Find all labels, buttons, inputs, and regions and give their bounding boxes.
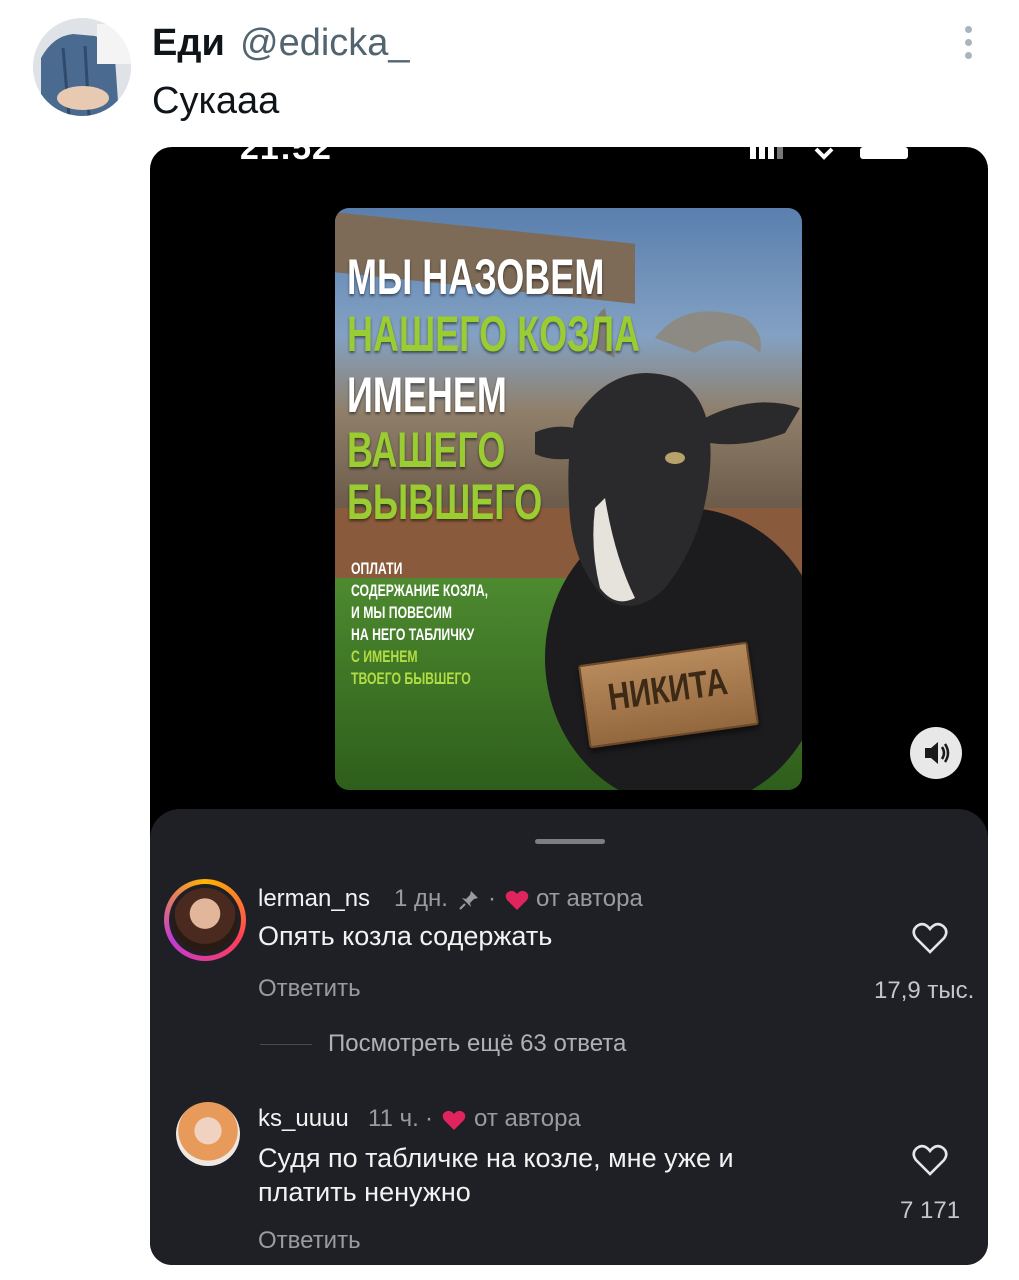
phone-status-bar: 21:52: [150, 147, 988, 167]
comment-text: Опять козла содержать: [258, 921, 553, 951]
author-handle[interactable]: @edicka_: [240, 22, 410, 65]
comment-time: 1 дн.: [394, 885, 448, 912]
poster-title-line3: ИМЕНЕМ: [347, 367, 507, 423]
poster-small-line6: ТВОЕГО БЫВШЕГО: [351, 669, 471, 688]
poster-title-line1: МЫ НАЗОВЕМ: [347, 249, 605, 305]
author-avatar[interactable]: [33, 18, 131, 116]
poster-title-line5: БЫВШЕГО: [347, 474, 543, 530]
poster-small-line2: СОДЕРЖАНИЕ КОЗЛА,: [351, 581, 489, 600]
tweet-media[interactable]: 21:52 МЫ НАЗОВЕМ НАШЕГО КОЗЛА ИМЕНЕМ ВАШ…: [150, 147, 988, 1265]
tweet-text: Сукааа: [152, 80, 280, 122]
comment-text-line2: платить ненужно: [258, 1177, 471, 1207]
name-sign-text: НИКИТА: [605, 660, 731, 720]
pin-icon: [458, 889, 480, 911]
poster-title-line4: ВАШЕГО: [347, 422, 506, 478]
like-count: 17,9 тыс.: [874, 977, 975, 1004]
poster-title-line2: НАШЕГО КОЗЛА: [347, 306, 641, 362]
author-liked-label: от автора: [536, 885, 643, 912]
sheet-grab-handle[interactable]: [535, 839, 605, 844]
heart-icon: [505, 889, 529, 911]
reply-button[interactable]: Ответить: [258, 975, 361, 1003]
like-outline-icon[interactable]: [912, 1143, 948, 1177]
sound-on-icon[interactable]: [910, 727, 962, 779]
heart-icon: [442, 1109, 466, 1131]
kebab-menu-icon[interactable]: [951, 26, 985, 66]
comment-avatar-ks_uuuu[interactable]: [176, 1102, 240, 1166]
comment-username[interactable]: ks_uuuu: [258, 1105, 349, 1133]
author-liked-label: от автора: [474, 1105, 581, 1132]
comment-text-line1: Судя по табличке на козле, мне уже и: [258, 1143, 734, 1173]
reply-button[interactable]: Ответить: [258, 1227, 361, 1255]
status-time: 21:52: [240, 147, 332, 167]
poster-small-line3: И МЫ ПОВЕСИМ: [351, 603, 452, 622]
author-display-name[interactable]: Еди: [152, 22, 225, 65]
poster-small-line4: НА НЕГО ТАБЛИЧКУ: [351, 625, 475, 644]
signal-wifi-battery-icon: [750, 147, 908, 160]
comment-username[interactable]: lerman_ns: [258, 885, 370, 913]
poster-small-line5: С ИМЕНЕМ: [351, 647, 418, 666]
poster-small-line1: ОПЛАТИ: [351, 559, 403, 578]
comment-avatar-lerman_ns[interactable]: [164, 879, 246, 961]
comments-sheet: lerman_ns 1 дн. · от автора Опять козла …: [150, 809, 988, 1265]
like-count: 7 171: [900, 1197, 961, 1224]
comment-time: 11 ч.: [368, 1105, 419, 1132]
replies-divider: [260, 1044, 312, 1045]
like-outline-icon[interactable]: [912, 921, 948, 955]
view-more-replies[interactable]: Посмотреть ещё 63 ответа: [328, 1030, 626, 1058]
ad-poster-image[interactable]: МЫ НАЗОВЕМ НАШЕГО КОЗЛА ИМЕНЕМ ВАШЕГО БЫ…: [335, 208, 802, 790]
